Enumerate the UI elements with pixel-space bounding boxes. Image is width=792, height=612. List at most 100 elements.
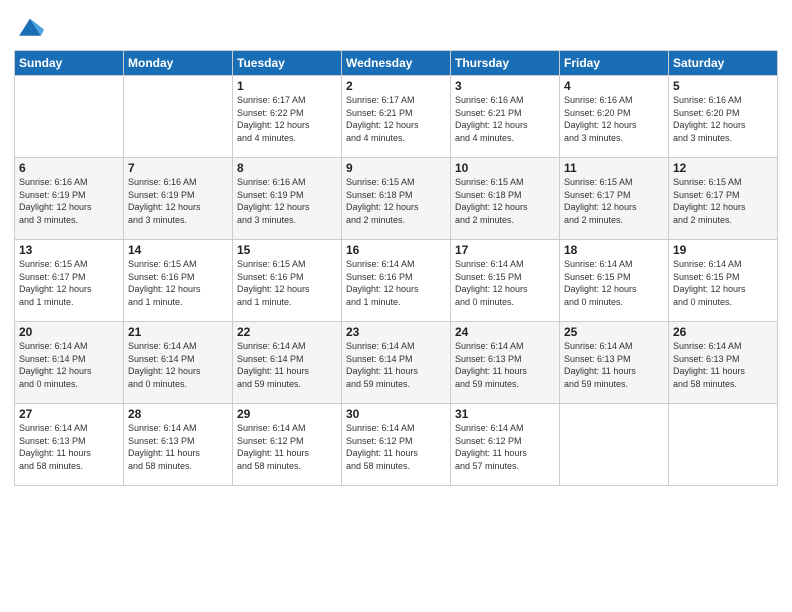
day-number: 4 xyxy=(564,79,664,93)
calendar-cell: 4Sunrise: 6:16 AM Sunset: 6:20 PM Daylig… xyxy=(560,76,669,158)
day-number: 13 xyxy=(19,243,119,257)
col-header-friday: Friday xyxy=(560,51,669,76)
day-info: Sunrise: 6:16 AM Sunset: 6:21 PM Dayligh… xyxy=(455,94,555,144)
day-number: 26 xyxy=(673,325,773,339)
day-info: Sunrise: 6:15 AM Sunset: 6:17 PM Dayligh… xyxy=(673,176,773,226)
calendar-cell: 5Sunrise: 6:16 AM Sunset: 6:20 PM Daylig… xyxy=(669,76,778,158)
day-number: 19 xyxy=(673,243,773,257)
day-info: Sunrise: 6:14 AM Sunset: 6:15 PM Dayligh… xyxy=(455,258,555,308)
calendar-cell: 29Sunrise: 6:14 AM Sunset: 6:12 PM Dayli… xyxy=(233,404,342,486)
day-number: 25 xyxy=(564,325,664,339)
day-info: Sunrise: 6:16 AM Sunset: 6:19 PM Dayligh… xyxy=(128,176,228,226)
day-number: 20 xyxy=(19,325,119,339)
day-info: Sunrise: 6:15 AM Sunset: 6:17 PM Dayligh… xyxy=(19,258,119,308)
day-number: 14 xyxy=(128,243,228,257)
calendar-cell: 24Sunrise: 6:14 AM Sunset: 6:13 PM Dayli… xyxy=(451,322,560,404)
logo-icon xyxy=(16,14,44,42)
day-number: 21 xyxy=(128,325,228,339)
day-info: Sunrise: 6:15 AM Sunset: 6:16 PM Dayligh… xyxy=(128,258,228,308)
calendar-cell: 31Sunrise: 6:14 AM Sunset: 6:12 PM Dayli… xyxy=(451,404,560,486)
day-number: 29 xyxy=(237,407,337,421)
calendar-cell: 19Sunrise: 6:14 AM Sunset: 6:15 PM Dayli… xyxy=(669,240,778,322)
calendar-cell: 17Sunrise: 6:14 AM Sunset: 6:15 PM Dayli… xyxy=(451,240,560,322)
day-number: 8 xyxy=(237,161,337,175)
day-number: 27 xyxy=(19,407,119,421)
calendar-cell: 23Sunrise: 6:14 AM Sunset: 6:14 PM Dayli… xyxy=(342,322,451,404)
day-number: 11 xyxy=(564,161,664,175)
day-info: Sunrise: 6:16 AM Sunset: 6:20 PM Dayligh… xyxy=(564,94,664,144)
calendar-cell: 3Sunrise: 6:16 AM Sunset: 6:21 PM Daylig… xyxy=(451,76,560,158)
day-number: 12 xyxy=(673,161,773,175)
col-header-saturday: Saturday xyxy=(669,51,778,76)
day-info: Sunrise: 6:14 AM Sunset: 6:15 PM Dayligh… xyxy=(673,258,773,308)
day-number: 1 xyxy=(237,79,337,93)
col-header-tuesday: Tuesday xyxy=(233,51,342,76)
calendar-cell: 6Sunrise: 6:16 AM Sunset: 6:19 PM Daylig… xyxy=(15,158,124,240)
day-info: Sunrise: 6:14 AM Sunset: 6:13 PM Dayligh… xyxy=(673,340,773,390)
calendar-cell: 20Sunrise: 6:14 AM Sunset: 6:14 PM Dayli… xyxy=(15,322,124,404)
calendar-cell: 26Sunrise: 6:14 AM Sunset: 6:13 PM Dayli… xyxy=(669,322,778,404)
day-number: 23 xyxy=(346,325,446,339)
calendar-cell: 18Sunrise: 6:14 AM Sunset: 6:15 PM Dayli… xyxy=(560,240,669,322)
header xyxy=(14,10,778,42)
calendar-cell xyxy=(669,404,778,486)
day-info: Sunrise: 6:15 AM Sunset: 6:18 PM Dayligh… xyxy=(455,176,555,226)
calendar-cell: 22Sunrise: 6:14 AM Sunset: 6:14 PM Dayli… xyxy=(233,322,342,404)
day-info: Sunrise: 6:17 AM Sunset: 6:22 PM Dayligh… xyxy=(237,94,337,144)
calendar-header: SundayMondayTuesdayWednesdayThursdayFrid… xyxy=(15,51,778,76)
day-number: 28 xyxy=(128,407,228,421)
day-info: Sunrise: 6:14 AM Sunset: 6:14 PM Dayligh… xyxy=(237,340,337,390)
day-number: 9 xyxy=(346,161,446,175)
calendar-cell: 30Sunrise: 6:14 AM Sunset: 6:12 PM Dayli… xyxy=(342,404,451,486)
calendar-cell: 14Sunrise: 6:15 AM Sunset: 6:16 PM Dayli… xyxy=(124,240,233,322)
calendar-cell: 21Sunrise: 6:14 AM Sunset: 6:14 PM Dayli… xyxy=(124,322,233,404)
calendar-table: SundayMondayTuesdayWednesdayThursdayFrid… xyxy=(14,50,778,486)
week-row-2: 13Sunrise: 6:15 AM Sunset: 6:17 PM Dayli… xyxy=(15,240,778,322)
calendar-body: 1Sunrise: 6:17 AM Sunset: 6:22 PM Daylig… xyxy=(15,76,778,486)
calendar-cell xyxy=(15,76,124,158)
week-row-4: 27Sunrise: 6:14 AM Sunset: 6:13 PM Dayli… xyxy=(15,404,778,486)
page: SundayMondayTuesdayWednesdayThursdayFrid… xyxy=(0,0,792,612)
calendar-cell: 9Sunrise: 6:15 AM Sunset: 6:18 PM Daylig… xyxy=(342,158,451,240)
header-row: SundayMondayTuesdayWednesdayThursdayFrid… xyxy=(15,51,778,76)
calendar-cell: 27Sunrise: 6:14 AM Sunset: 6:13 PM Dayli… xyxy=(15,404,124,486)
day-number: 30 xyxy=(346,407,446,421)
calendar-cell: 25Sunrise: 6:14 AM Sunset: 6:13 PM Dayli… xyxy=(560,322,669,404)
calendar-cell: 12Sunrise: 6:15 AM Sunset: 6:17 PM Dayli… xyxy=(669,158,778,240)
day-number: 17 xyxy=(455,243,555,257)
day-info: Sunrise: 6:14 AM Sunset: 6:16 PM Dayligh… xyxy=(346,258,446,308)
calendar-cell: 11Sunrise: 6:15 AM Sunset: 6:17 PM Dayli… xyxy=(560,158,669,240)
calendar-cell: 28Sunrise: 6:14 AM Sunset: 6:13 PM Dayli… xyxy=(124,404,233,486)
day-info: Sunrise: 6:14 AM Sunset: 6:13 PM Dayligh… xyxy=(19,422,119,472)
calendar-cell: 16Sunrise: 6:14 AM Sunset: 6:16 PM Dayli… xyxy=(342,240,451,322)
day-info: Sunrise: 6:14 AM Sunset: 6:12 PM Dayligh… xyxy=(455,422,555,472)
day-info: Sunrise: 6:16 AM Sunset: 6:19 PM Dayligh… xyxy=(19,176,119,226)
col-header-monday: Monday xyxy=(124,51,233,76)
calendar-cell: 8Sunrise: 6:16 AM Sunset: 6:19 PM Daylig… xyxy=(233,158,342,240)
day-number: 7 xyxy=(128,161,228,175)
logo xyxy=(14,14,44,42)
day-number: 16 xyxy=(346,243,446,257)
day-info: Sunrise: 6:16 AM Sunset: 6:19 PM Dayligh… xyxy=(237,176,337,226)
col-header-sunday: Sunday xyxy=(15,51,124,76)
calendar-cell xyxy=(124,76,233,158)
day-number: 22 xyxy=(237,325,337,339)
week-row-1: 6Sunrise: 6:16 AM Sunset: 6:19 PM Daylig… xyxy=(15,158,778,240)
day-info: Sunrise: 6:15 AM Sunset: 6:17 PM Dayligh… xyxy=(564,176,664,226)
calendar-cell: 13Sunrise: 6:15 AM Sunset: 6:17 PM Dayli… xyxy=(15,240,124,322)
day-info: Sunrise: 6:14 AM Sunset: 6:12 PM Dayligh… xyxy=(346,422,446,472)
day-number: 5 xyxy=(673,79,773,93)
day-info: Sunrise: 6:14 AM Sunset: 6:14 PM Dayligh… xyxy=(19,340,119,390)
calendar-cell: 7Sunrise: 6:16 AM Sunset: 6:19 PM Daylig… xyxy=(124,158,233,240)
day-info: Sunrise: 6:14 AM Sunset: 6:15 PM Dayligh… xyxy=(564,258,664,308)
week-row-0: 1Sunrise: 6:17 AM Sunset: 6:22 PM Daylig… xyxy=(15,76,778,158)
col-header-wednesday: Wednesday xyxy=(342,51,451,76)
day-number: 2 xyxy=(346,79,446,93)
day-info: Sunrise: 6:15 AM Sunset: 6:16 PM Dayligh… xyxy=(237,258,337,308)
day-number: 24 xyxy=(455,325,555,339)
day-number: 31 xyxy=(455,407,555,421)
day-info: Sunrise: 6:14 AM Sunset: 6:14 PM Dayligh… xyxy=(128,340,228,390)
day-number: 18 xyxy=(564,243,664,257)
day-number: 10 xyxy=(455,161,555,175)
calendar-cell xyxy=(560,404,669,486)
